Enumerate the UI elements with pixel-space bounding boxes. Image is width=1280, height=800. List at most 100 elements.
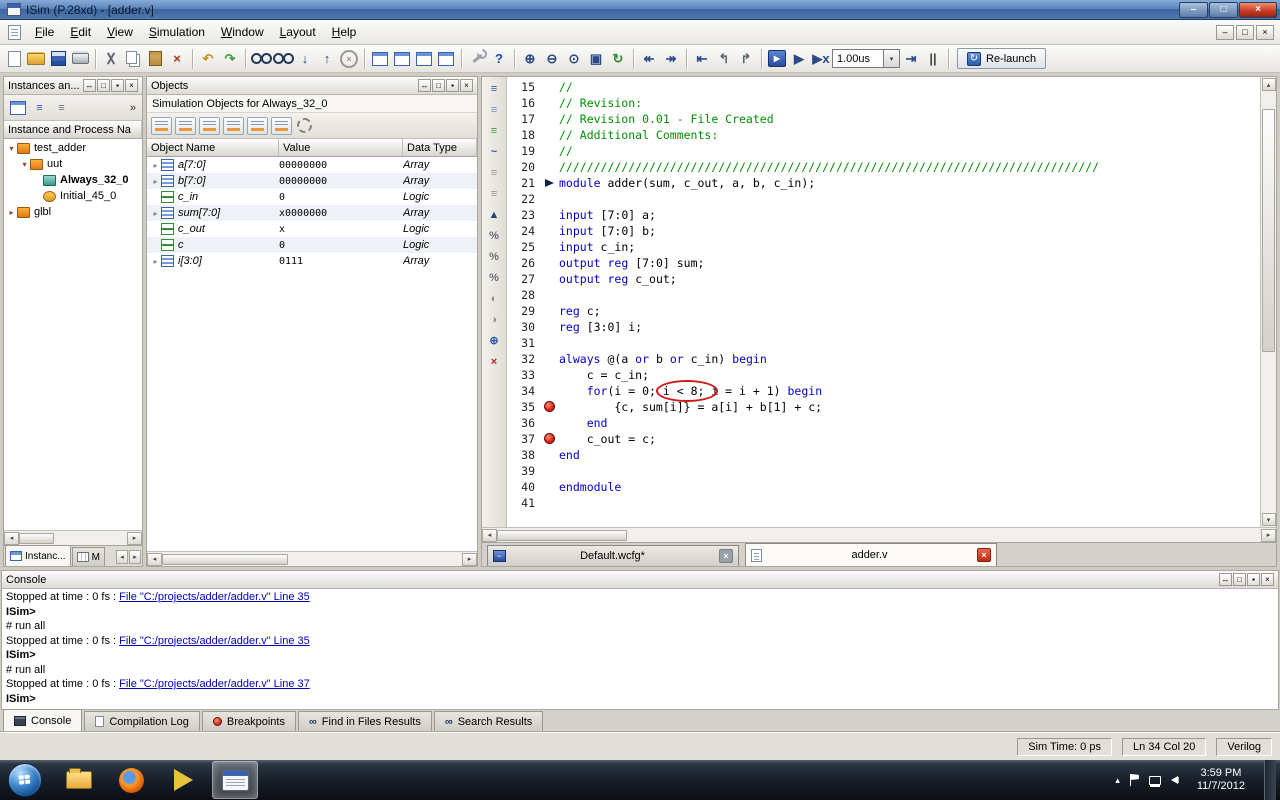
start-button[interactable]	[8, 763, 42, 797]
marker-gutter[interactable]	[543, 335, 559, 351]
marker-gutter[interactable]	[543, 239, 559, 255]
objects-minimize-button[interactable]: ▪	[446, 79, 459, 92]
console-tab-search-results[interactable]: ∞ Search Results	[433, 711, 544, 731]
delete-marker-icon[interactable]: %	[485, 268, 504, 287]
marker-gutter[interactable]	[543, 495, 559, 511]
run-duration-combo[interactable]: 1.00us	[832, 49, 884, 68]
code-text[interactable]: // Additional Comments:	[559, 127, 718, 143]
row-expander[interactable]: ▸	[150, 177, 161, 186]
collapse-signals-icon[interactable]: ≡	[485, 184, 504, 203]
marker-gutter[interactable]	[543, 143, 559, 159]
zoom-area-button[interactable]: ▣	[585, 48, 607, 69]
filter-inputs-icon[interactable]	[151, 116, 172, 135]
code-text[interactable]: end	[559, 447, 580, 463]
cut-marker-icon[interactable]: %	[485, 226, 504, 245]
tree-expander[interactable]: ▸	[6, 208, 17, 217]
window-minimize-button[interactable]: –	[1179, 1, 1208, 18]
filter-inouts-icon[interactable]	[199, 116, 220, 135]
tabs-scroll-left-button[interactable]: ◂	[116, 550, 128, 564]
code-text[interactable]: // Revision:	[559, 95, 642, 111]
instances-scroll-left-arrow[interactable]: ◂	[4, 531, 19, 545]
code-text[interactable]: output reg [7:0] sum;	[559, 255, 704, 271]
row-expander[interactable]: ▸	[150, 209, 161, 218]
object-row-sum-7-0[interactable]: ▸ sum[7:0] x0000000 Array	[147, 205, 477, 221]
find-next-button[interactable]: ↓	[294, 48, 316, 69]
marker-gutter[interactable]	[543, 399, 559, 415]
console-tab-compilation-log[interactable]: Compilation Log	[84, 711, 200, 731]
step-button[interactable]: ⇥	[900, 48, 922, 69]
marker-gutter[interactable]	[543, 383, 559, 399]
object-row-c[interactable]: c 0 Logic	[147, 237, 477, 253]
window-maximize-button[interactable]: □	[1209, 1, 1238, 18]
objects-scroll-thumb[interactable]	[162, 553, 288, 565]
taskbar-explorer-button[interactable]	[56, 761, 102, 799]
tree-item-glbl[interactable]: ▸ glbl	[4, 204, 142, 220]
zoom-in-button[interactable]: ⊕	[519, 48, 541, 69]
new-button[interactable]	[3, 48, 25, 69]
run-for-time-button[interactable]: ▶x	[810, 48, 832, 69]
marker-gutter[interactable]	[543, 431, 559, 447]
marker-gutter[interactable]	[543, 447, 559, 463]
cascade-windows-button[interactable]	[369, 48, 391, 69]
editor-vscroll-thumb[interactable]	[1261, 108, 1275, 353]
instances-float-button[interactable]: ↔	[83, 79, 96, 92]
tree-item-uut[interactable]: ▾ uut	[4, 156, 142, 172]
menu-view[interactable]: View	[99, 22, 141, 42]
expand-signals-icon[interactable]: ≡	[485, 163, 504, 182]
code-text[interactable]: endmodule	[559, 479, 621, 495]
print-button[interactable]	[69, 48, 91, 69]
objects-float-button[interactable]: ↔	[418, 79, 431, 92]
code-text[interactable]: ////////////////////////////////////////…	[559, 159, 1099, 175]
instances-maximize-button[interactable]: □	[97, 79, 110, 92]
editor-vscrollbar[interactable]: ▴ ▾	[1260, 77, 1276, 527]
filter-constants-icon[interactable]	[247, 116, 268, 135]
editor-vscroll-down-arrow[interactable]: ▾	[1261, 513, 1276, 526]
taskbar-isim-button[interactable]	[212, 761, 258, 799]
next-transition-icon[interactable]: ◑	[485, 310, 504, 329]
objects-hscrollbar[interactable]: ◂ ▸	[147, 551, 477, 566]
run-all-button[interactable]	[766, 48, 788, 69]
object-row-a-7-0[interactable]: ▸ a[7:0] 00000000 Array	[147, 157, 477, 173]
instances-hscrollbar[interactable]: ◂ ▸	[4, 530, 142, 545]
paste-button[interactable]	[144, 48, 166, 69]
menu-layout[interactable]: Layout	[272, 22, 324, 42]
console-tab-find-in-files-results[interactable]: ∞ Find in Files Results	[297, 711, 432, 731]
objects-scroll-right-arrow[interactable]: ▸	[462, 552, 477, 566]
code-text[interactable]: module adder(sum, c_out, a, b, c_in);	[559, 175, 815, 191]
code-text[interactable]: //	[559, 143, 573, 159]
marker-gutter[interactable]	[543, 287, 559, 303]
cut-button[interactable]	[100, 48, 122, 69]
instances-minimize-button[interactable]: ▪	[111, 79, 124, 92]
taskbar-firefox-button[interactable]	[108, 761, 154, 799]
objects-settings-icon[interactable]	[295, 117, 314, 135]
marker-gutter[interactable]	[543, 351, 559, 367]
editor-scroll-right-arrow[interactable]: ▸	[1261, 528, 1276, 542]
relaunch-button[interactable]: ↻ Re-launch	[957, 48, 1047, 69]
objects-column-object-name[interactable]: Object Name	[147, 139, 279, 156]
clear-find-button[interactable]	[338, 48, 360, 69]
editor-hscrollbar[interactable]: ◂ ▸	[482, 527, 1276, 542]
taskbar-clock[interactable]: 3:59 PM 11/7/2012	[1188, 767, 1254, 793]
taskbar-ise-button[interactable]	[160, 761, 206, 799]
goto-previous-transition-button[interactable]: ↞	[638, 48, 660, 69]
object-row-i-3-0[interactable]: ▸ i[3:0] 0111 Array	[147, 253, 477, 269]
sort-instances-icon[interactable]: ≡	[52, 99, 71, 117]
tabs-scroll-right-button[interactable]: ▸	[129, 550, 141, 564]
delete-object-icon[interactable]: ×	[485, 352, 504, 371]
tree-item-test-adder[interactable]: ▾ test_adder	[4, 140, 142, 156]
code-editor[interactable]: 15 // 16 // Revision: 17 // Revision 0.01 - F…	[507, 77, 1260, 527]
undo-button[interactable]: ↶	[197, 48, 219, 69]
arrange-windows-button[interactable]	[435, 48, 457, 69]
menu-help[interactable]: Help	[324, 22, 365, 42]
filter-variables-icon[interactable]	[271, 116, 292, 135]
editor-scroll-track[interactable]	[497, 529, 1261, 542]
code-text[interactable]: //	[559, 79, 573, 95]
marker-gutter[interactable]	[543, 79, 559, 95]
breakpoint-marker[interactable]	[544, 433, 555, 444]
break-button[interactable]: ||	[922, 48, 944, 69]
object-row-c-in[interactable]: c_in 0 Logic	[147, 189, 477, 205]
add-group-icon[interactable]: ≡	[485, 121, 504, 140]
menu-file[interactable]: File	[27, 22, 62, 42]
tab-memory[interactable]: M	[71, 547, 105, 566]
tab-default-wcfg[interactable]: ~ Default.wcfg* ×	[487, 545, 739, 566]
